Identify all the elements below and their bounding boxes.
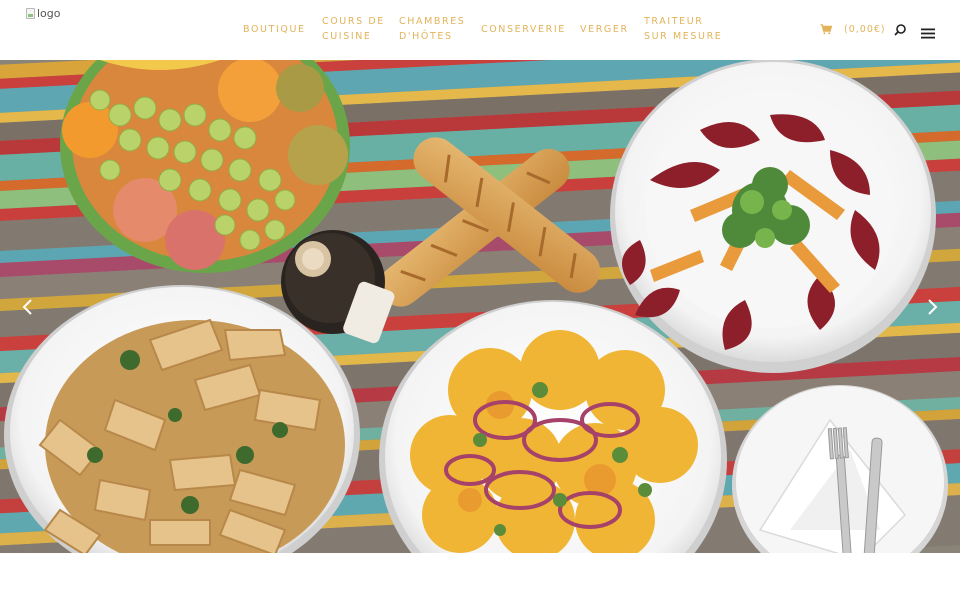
cart-icon	[820, 24, 832, 35]
chevron-right-icon[interactable]	[922, 297, 942, 317]
page-content-area	[0, 553, 960, 600]
nav-item-label: CUISINE	[322, 31, 372, 42]
broken-image-icon	[26, 8, 35, 19]
search-icon[interactable]	[893, 22, 907, 41]
logo-alt-text: logo	[37, 7, 61, 20]
hero-slider	[0, 60, 960, 553]
nav-item-boutique[interactable]: BOUTIQUE	[243, 22, 306, 37]
chevron-left-icon[interactable]	[18, 297, 38, 317]
nav-item-label: VERGER	[580, 24, 629, 35]
hero-slide-image	[0, 60, 960, 553]
hamburger-menu-icon[interactable]	[921, 24, 935, 43]
nav-item-label: D'HÔTES	[399, 31, 453, 42]
nav-item-label: TRAITEUR	[644, 16, 704, 27]
nav-item-conserverie[interactable]: CONSERVERIE	[481, 22, 566, 37]
nav-item-label: SUR MESURE	[644, 31, 723, 42]
cart-total: (0,00€)	[844, 24, 886, 35]
site-header: logo BOUTIQUE COURS DE CUISINE CHAMBRES …	[0, 0, 960, 60]
nav-item-label: CHAMBRES	[399, 16, 466, 27]
nav-item-cours-de-cuisine[interactable]: COURS DE CUISINE	[322, 14, 385, 44]
nav-item-label: BOUTIQUE	[243, 24, 306, 35]
nav-item-chambres-d-hotes[interactable]: CHAMBRES D'HÔTES	[399, 14, 465, 44]
cart-link[interactable]: (0,00€)	[820, 24, 886, 35]
nav-item-traiteur-sur-mesure[interactable]: TRAITEUR SUR MESURE	[644, 14, 722, 44]
nav-item-label: COURS DE	[322, 16, 385, 27]
nav-item-label: CONSERVERIE	[481, 24, 566, 35]
nav-item-verger[interactable]: VERGER	[580, 22, 629, 37]
logo-link[interactable]: logo	[26, 7, 61, 20]
